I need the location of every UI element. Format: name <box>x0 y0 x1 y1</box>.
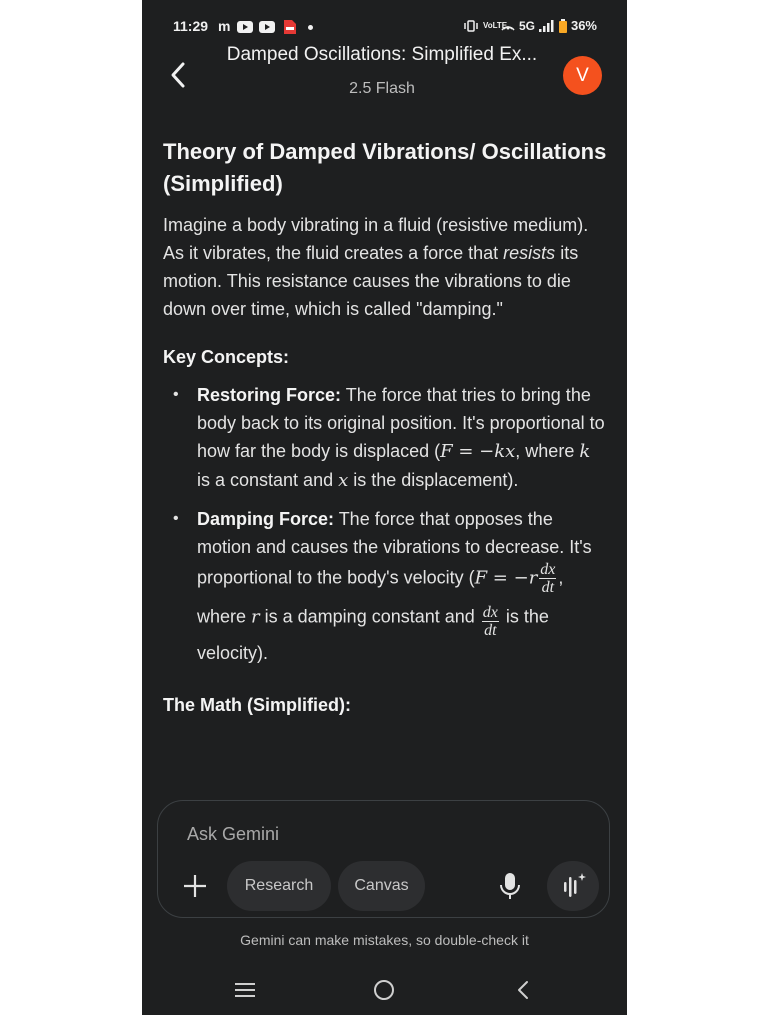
variable: r <box>251 606 260 628</box>
bullet-icon: • <box>173 386 179 403</box>
prompt-input[interactable]: Ask Gemini <box>187 824 279 845</box>
volte-icon: VoLTE <box>482 20 508 30</box>
network-type: 5G <box>518 18 535 33</box>
variable: k <box>579 441 591 462</box>
live-button[interactable] <box>547 861 599 911</box>
fraction-numerator: dx <box>539 561 557 579</box>
disclaimer-text: Gemini can make mistakes, so double-chec… <box>240 932 529 948</box>
concept-term: Restoring Force: <box>197 385 342 405</box>
fraction-denominator: dt <box>541 579 555 596</box>
response-heading: Theory of Damped Vibrations/ Oscillation… <box>163 139 607 196</box>
bullet-icon: • <box>173 510 179 527</box>
response-content: Theory of Damped Vibrations/ Oscillation… <box>163 136 608 719</box>
fraction-numerator: dx <box>481 604 499 622</box>
back-nav-button[interactable] <box>512 978 536 1002</box>
concept-list: • Restoring Force: The force that tries … <box>163 381 608 667</box>
concept-text: , where <box>515 441 580 461</box>
vibrate-icon <box>464 19 478 32</box>
status-bar: 11:29 m VoLTE 5G 36% <box>142 14 627 40</box>
microphone-button[interactable] <box>498 871 522 901</box>
avatar[interactable]: V <box>563 56 602 95</box>
pdf-icon <box>284 20 296 34</box>
list-item: • Damping Force: The force that opposes … <box>163 505 608 667</box>
intro-paragraph: Imagine a body vibrating in a fluid (res… <box>163 211 608 323</box>
live-waveform-icon <box>564 873 586 897</box>
status-time: 11:29 <box>173 18 209 34</box>
home-button[interactable] <box>372 978 396 1002</box>
phone-screen: 11:29 m VoLTE 5G 36% Damped Oscillations… <box>142 0 627 1015</box>
variable: x <box>338 470 349 491</box>
research-chip[interactable]: Research <box>227 861 331 911</box>
status-right-group: VoLTE 5G 36% <box>463 18 597 33</box>
fraction-denominator: dt <box>484 622 497 639</box>
back-button[interactable] <box>164 60 194 90</box>
intro-emphasis: resists <box>503 243 556 263</box>
chat-title[interactable]: Damped Oscillations: Simplified Ex... <box>212 44 552 66</box>
battery-percent: 36% <box>570 18 597 33</box>
canvas-chip[interactable]: Canvas <box>338 861 425 911</box>
key-concepts-title: Key Concepts: <box>163 347 290 367</box>
fraction: dx dt <box>539 561 557 596</box>
battery-icon <box>558 18 567 33</box>
formula: F = −r <box>474 567 538 589</box>
system-nav-bar <box>142 972 627 1012</box>
signal-icon <box>538 19 554 32</box>
carrier-icon: m <box>218 18 231 34</box>
concept-text: is a damping constant and <box>259 606 480 627</box>
list-item: • Restoring Force: The force that tries … <box>163 381 608 495</box>
concept-text: is a constant and <box>197 470 339 490</box>
concept-text: is the displacement). <box>348 470 519 490</box>
dot-icon <box>308 25 313 30</box>
fraction: dx dt <box>481 604 499 639</box>
youtube-icon <box>237 21 253 33</box>
add-attachment-button[interactable] <box>180 871 210 901</box>
youtube-icon <box>259 21 275 33</box>
concept-term: Damping Force: <box>197 509 335 529</box>
math-title: The Math (Simplified): <box>163 695 351 715</box>
hotspot-icon <box>501 25 515 31</box>
model-selector[interactable]: 2.5 Flash <box>212 80 552 98</box>
formula: F = −kx <box>440 441 516 462</box>
prompt-input-box[interactable]: Ask Gemini Research Canvas <box>157 800 610 918</box>
recent-apps-button[interactable] <box>233 978 257 1002</box>
